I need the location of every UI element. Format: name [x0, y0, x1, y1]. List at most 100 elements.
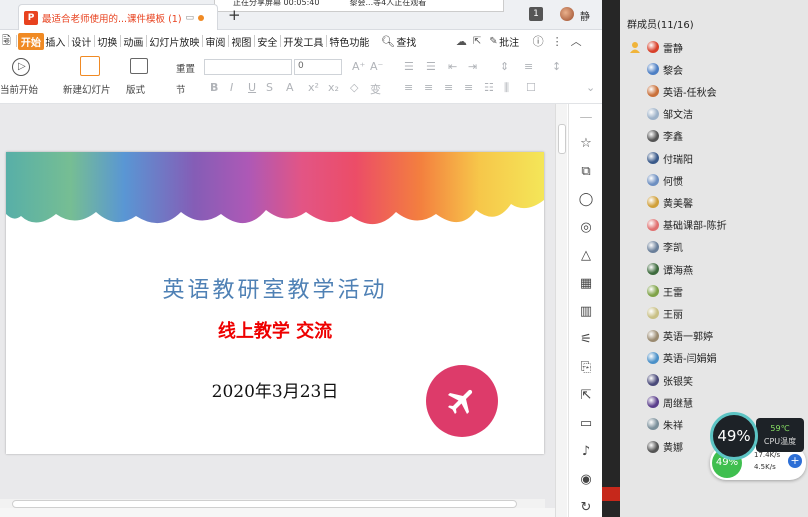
- layout-button[interactable]: 版式: [126, 82, 145, 96]
- member-item[interactable]: 朱祥: [647, 415, 683, 433]
- chart-icon[interactable]: ▥: [578, 304, 594, 320]
- font-size-select[interactable]: 0: [294, 59, 342, 75]
- layout-icon[interactable]: [130, 58, 148, 74]
- member-item[interactable]: 英语一郭婷: [647, 327, 713, 345]
- member-item[interactable]: 付瑞阳: [647, 149, 693, 167]
- member-item[interactable]: 基础课部-陈折: [647, 216, 727, 234]
- underline-icon[interactable]: U: [248, 81, 256, 94]
- member-item[interactable]: 黄美馨: [647, 193, 693, 211]
- airplane-badge[interactable]: [426, 365, 498, 437]
- text-direction-icon[interactable]: ⇕: [500, 60, 509, 73]
- strikethrough-icon[interactable]: S: [266, 81, 273, 94]
- member-item[interactable]: 邹文洁: [647, 105, 693, 123]
- triangle-icon[interactable]: △: [578, 248, 594, 264]
- tab-view[interactable]: 视图: [230, 34, 253, 49]
- grid-icon[interactable]: ▦: [578, 276, 594, 292]
- member-item[interactable]: 雷静: [647, 38, 683, 56]
- clear-format-icon[interactable]: ◇: [350, 81, 358, 94]
- play-from-current-icon[interactable]: ▷: [12, 58, 30, 76]
- slide-subtitle[interactable]: 线上教学 交流: [6, 317, 544, 343]
- new-tab-button[interactable]: +: [228, 6, 241, 24]
- new-slide-button[interactable]: 新建幻灯片: [63, 82, 111, 96]
- member-item[interactable]: 黎会: [647, 60, 683, 78]
- tab-developer[interactable]: 开发工具: [282, 34, 325, 49]
- bullets-icon[interactable]: ☰: [404, 60, 414, 73]
- align-text-icon[interactable]: ≡: [524, 60, 533, 73]
- member-item[interactable]: 王雷: [647, 282, 683, 300]
- member-item[interactable]: 李凯: [647, 238, 683, 256]
- collapse-ribbon-icon[interactable]: ︿: [571, 33, 582, 49]
- subscript-icon[interactable]: x₂: [328, 81, 339, 94]
- increase-indent-icon[interactable]: ⇥: [468, 60, 477, 73]
- member-item[interactable]: 王丽: [647, 304, 683, 322]
- new-slide-icon[interactable]: [80, 56, 100, 76]
- reset-button[interactable]: 重置: [176, 61, 195, 75]
- section-button[interactable]: 节: [176, 82, 186, 96]
- user-name[interactable]: 静: [580, 8, 590, 23]
- search-button[interactable]: 查找: [395, 34, 418, 49]
- end-share-button[interactable]: [602, 487, 620, 501]
- system-monitor-widget[interactable]: 49% 17.4K/s 4.5K/s + 59℃ CPU温度 49%: [710, 412, 806, 482]
- share-icon[interactable]: ⇱: [473, 36, 481, 47]
- member-item[interactable]: 英语-闫娟娟: [647, 349, 717, 367]
- line-spacing-icon[interactable]: ↕: [552, 60, 561, 73]
- align-left-icon[interactable]: ≡: [404, 81, 413, 94]
- magic-icon[interactable]: ☆: [578, 136, 594, 152]
- preview-icon[interactable]: 🗟: [2, 32, 11, 51]
- shapes-icon[interactable]: ◯: [578, 192, 594, 208]
- grow-font-icon[interactable]: A⁺: [352, 60, 365, 73]
- cpu-usage-gauge[interactable]: 49%: [710, 412, 758, 460]
- export-icon[interactable]: ⇱: [578, 388, 594, 404]
- help-icon[interactable]: ⓘ: [533, 33, 544, 49]
- search-icon[interactable]: 🔍︎: [381, 35, 395, 48]
- tab-design[interactable]: 设计: [70, 34, 93, 49]
- annotate-icon[interactable]: ✎: [489, 36, 497, 47]
- tab-security[interactable]: 安全: [256, 34, 279, 49]
- annotate-button[interactable]: 批注: [498, 34, 521, 49]
- columns-icon[interactable]: ⫼: [504, 81, 509, 95]
- overflow-icon[interactable]: ⌄: [586, 81, 595, 94]
- tab-review[interactable]: 审阅: [204, 34, 227, 49]
- slide-canvas[interactable]: 英语教研室教学活动 线上教学 交流 2020年3月23日: [6, 152, 544, 454]
- text-box-icon[interactable]: ☐: [526, 81, 536, 94]
- slides-icon[interactable]: ⧉: [578, 164, 594, 180]
- tab-special[interactable]: 特色功能: [328, 34, 371, 49]
- shrink-font-icon[interactable]: A⁻: [370, 60, 383, 73]
- search-doc-icon[interactable]: ⎘: [578, 360, 594, 376]
- audio-icon[interactable]: ♪: [578, 444, 594, 460]
- settings-sliders-icon[interactable]: ⚟: [578, 332, 594, 348]
- from-current-button[interactable]: 当前开始: [0, 82, 38, 96]
- member-item[interactable]: 黄娜: [647, 438, 683, 456]
- location-icon[interactable]: ◎: [578, 220, 594, 236]
- member-item[interactable]: 英语-任秋会: [647, 82, 717, 100]
- document-tab[interactable]: P 最适合老师使用的...课件模板 (1) ▭: [18, 4, 218, 30]
- vertical-scrollbar[interactable]: [555, 104, 567, 517]
- align-center-icon[interactable]: ≡: [424, 81, 433, 94]
- more-icon[interactable]: ⋮: [552, 35, 563, 48]
- member-item[interactable]: 周继慧: [647, 393, 693, 411]
- cloud-sync-icon[interactable]: ☁: [456, 35, 467, 48]
- member-item[interactable]: 张银笑: [647, 371, 693, 389]
- member-item[interactable]: 谭海燕: [647, 260, 693, 278]
- refresh-icon[interactable]: ↻: [578, 500, 594, 516]
- tab-transitions[interactable]: 切换: [96, 34, 119, 49]
- slide-title[interactable]: 英语教研室教学活动: [6, 272, 544, 304]
- horizontal-scroll-thumb[interactable]: [12, 500, 517, 508]
- member-item[interactable]: 何惯: [647, 171, 683, 189]
- align-right-icon[interactable]: ≡: [444, 81, 453, 94]
- numbering-icon[interactable]: ☰: [426, 60, 436, 73]
- superscript-icon[interactable]: x²: [308, 81, 319, 94]
- phonetic-icon[interactable]: 变: [370, 81, 381, 97]
- font-color-icon[interactable]: A: [286, 81, 294, 94]
- bold-icon[interactable]: B: [210, 81, 218, 94]
- window-count-badge[interactable]: 1: [529, 7, 543, 21]
- decrease-indent-icon[interactable]: ⇤: [448, 60, 457, 73]
- collapse-panel-icon[interactable]: —: [578, 110, 594, 126]
- member-item[interactable]: 李鑫: [647, 127, 683, 145]
- boost-plus-button[interactable]: +: [788, 454, 802, 468]
- vertical-scroll-thumb[interactable]: [558, 124, 566, 154]
- tab-slideshow[interactable]: 幻灯片放映: [148, 34, 201, 49]
- distribute-icon[interactable]: ☷: [484, 81, 494, 94]
- archive-icon[interactable]: ▭: [578, 416, 594, 432]
- justify-icon[interactable]: ≡: [464, 81, 473, 94]
